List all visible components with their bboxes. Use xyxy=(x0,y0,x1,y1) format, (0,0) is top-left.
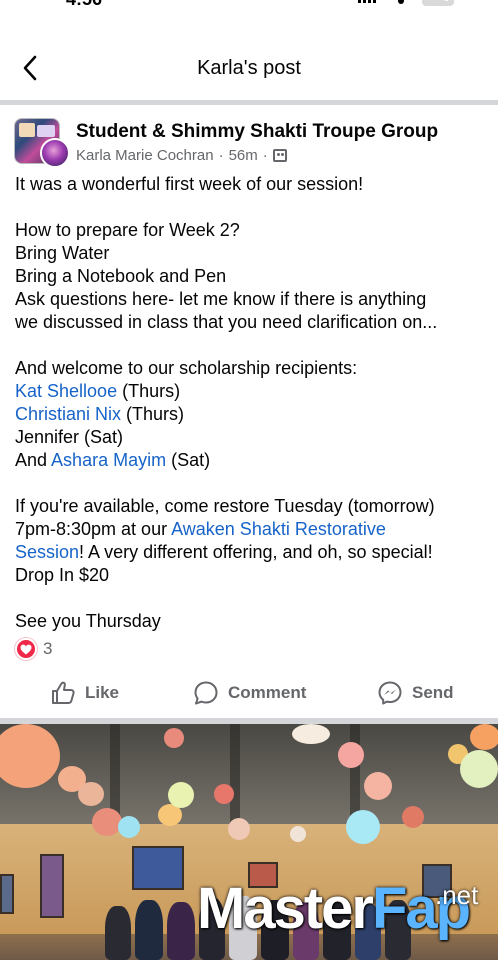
wall-painting xyxy=(40,854,64,918)
recipient-line: Christiani Nix (Thurs) xyxy=(15,403,485,426)
recipient-link[interactable]: Ashara Mayim xyxy=(51,450,166,470)
group-name[interactable]: Student & Shimmy Shakti Troupe Group xyxy=(76,121,438,143)
post-text-line: Drop In $20 xyxy=(15,565,110,585)
paper-lantern xyxy=(164,728,184,748)
session-link[interactable]: Awaken Shakti Restorative xyxy=(171,519,386,539)
paper-lantern xyxy=(78,782,104,806)
paper-lantern xyxy=(346,810,380,844)
send-button[interactable]: Send xyxy=(377,680,454,706)
post-header: Student & Shimmy Shakti Troupe Group Kar… xyxy=(14,118,484,168)
recipient-day: (Sat) xyxy=(166,450,211,470)
send-label: Send xyxy=(412,683,454,702)
recipient-prefix: And xyxy=(15,450,52,470)
recipient-link[interactable]: Christiani Nix xyxy=(15,404,121,424)
battery-icon: 6 xyxy=(422,0,454,6)
wifi-icon xyxy=(398,0,404,4)
like-label: Like xyxy=(85,683,120,702)
paper-lantern xyxy=(470,724,498,750)
dancer xyxy=(135,900,163,960)
post-time[interactable]: 56m xyxy=(229,147,258,164)
recipient-line: Jennifer (Sat) xyxy=(15,427,124,447)
group-privacy-icon xyxy=(272,149,287,162)
recipient-line: Kat Shellooe (Thurs) xyxy=(15,380,485,403)
battery-level: 6 xyxy=(443,0,449,4)
post-text-line: Ask questions here- let me know if there… xyxy=(15,289,427,309)
post-meta: Karla Marie Cochran · 56m · xyxy=(76,147,287,164)
post-text-line: 7pm-8:30pm at our Awaken Shakti Restorat… xyxy=(15,518,485,541)
paper-lantern xyxy=(290,826,306,842)
post-text-line: Bring a Notebook and Pen xyxy=(15,266,227,286)
wall-painting xyxy=(0,874,14,914)
paper-lantern xyxy=(214,784,234,804)
paper-lantern xyxy=(338,742,364,768)
paper-lantern xyxy=(228,818,250,840)
nav-bar: Karla's post xyxy=(0,40,498,98)
like-button[interactable]: Like xyxy=(50,680,119,706)
comment-button[interactable]: Comment xyxy=(193,680,306,706)
comment-icon xyxy=(194,681,218,705)
post-text-line: we discussed in class that you need clar… xyxy=(15,312,438,332)
photo-beam xyxy=(350,724,360,824)
recipient-link[interactable]: Kat Shellooe xyxy=(15,381,117,401)
watermark-main: Master xyxy=(197,876,374,941)
paper-lantern xyxy=(402,806,424,828)
status-time: 4:56 xyxy=(66,0,102,10)
photo-beam xyxy=(230,724,240,824)
watermark-logo: MasterFap xyxy=(197,880,471,938)
post-text-line: See you Thursday xyxy=(15,611,161,631)
session-prefix: 7pm-8:30pm at our xyxy=(15,519,172,539)
recipient-day: (Thurs) xyxy=(121,404,185,424)
post-text-line: How to prepare for Week 2? xyxy=(15,220,240,240)
paper-lantern xyxy=(118,816,140,838)
reaction-count: 3 xyxy=(43,639,53,658)
dancer xyxy=(167,902,195,960)
post-body: It was a wonderful first week of our ses… xyxy=(15,173,485,633)
thumbs-up-icon xyxy=(52,681,75,704)
session-link[interactable]: Session xyxy=(15,542,79,562)
status-bar: 4:56 6 xyxy=(0,0,498,12)
author-avatar xyxy=(40,138,70,168)
author-name[interactable]: Karla Marie Cochran xyxy=(76,147,214,164)
paper-lantern xyxy=(292,724,330,744)
reaction-summary[interactable]: 3 xyxy=(15,637,52,661)
dancer xyxy=(105,906,131,960)
session-suffix: ! A very different offering, and oh, so … xyxy=(79,542,433,562)
meta-separator: · xyxy=(262,147,268,164)
recipient-line: And Ashara Mayim (Sat) xyxy=(15,449,485,472)
action-bar: Like Comment Send xyxy=(0,670,498,718)
meta-separator: · xyxy=(218,147,224,164)
paper-lantern xyxy=(364,772,392,800)
watermark-tld: .net xyxy=(435,880,479,910)
page-title: Karla's post xyxy=(197,57,301,79)
signal-icon xyxy=(358,0,376,3)
paper-lantern xyxy=(168,782,194,808)
post-text-line: Bring Water xyxy=(15,243,110,263)
recipient-day: (Thurs) xyxy=(117,381,181,401)
header-divider xyxy=(0,100,498,105)
post-text-line: And welcome to our scholarship recipient… xyxy=(15,358,358,378)
comment-label: Comment xyxy=(228,683,307,702)
avatar[interactable] xyxy=(14,118,70,168)
post-text-line: If you're available, come restore Tuesda… xyxy=(15,496,435,516)
heart-icon xyxy=(15,638,37,660)
paper-lantern xyxy=(460,750,498,788)
paper-lantern xyxy=(92,808,122,836)
post-text-line: Session! A very different offering, and … xyxy=(15,541,485,564)
post-text-line: It was a wonderful first week of our ses… xyxy=(15,174,364,194)
messenger-icon xyxy=(378,681,402,705)
